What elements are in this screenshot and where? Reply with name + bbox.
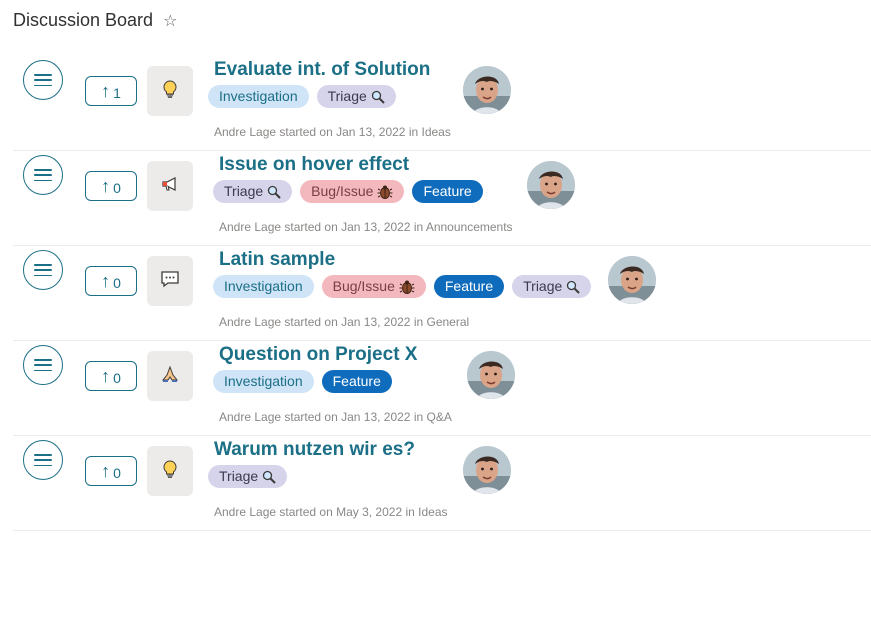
vote-count: 0	[113, 465, 121, 481]
page-header: Discussion Board ☆	[13, 10, 177, 31]
lightbulb-icon	[161, 459, 179, 484]
post-meta: Andre Lage started on Jan 13, 2022 in Id…	[214, 125, 451, 139]
tag-label: Triage	[224, 183, 264, 199]
tag-label: Triage	[327, 88, 367, 104]
vote-count: 0	[113, 275, 121, 291]
tag-label: Feature	[332, 373, 381, 389]
hamburger-icon	[34, 169, 52, 181]
post-meta: Andre Lage started on Jan 13, 2022 in Q&…	[219, 410, 452, 424]
tag-label: Triage	[219, 468, 259, 484]
tag-label: Triage	[523, 278, 563, 294]
tag-feature[interactable]: Feature	[433, 275, 505, 298]
vote-count: 1	[113, 85, 121, 101]
post-title-link[interactable]: Latin sample	[219, 249, 591, 271]
magnifier-icon	[566, 280, 581, 294]
arrow-up-icon: ↑	[101, 461, 111, 481]
discussion-row: ↑ 0 Question on Project X Investigation F…	[13, 341, 871, 436]
hamburger-icon	[34, 454, 52, 466]
author-avatar[interactable]	[608, 256, 656, 304]
tag-investigation[interactable]: Investigation	[213, 275, 314, 298]
category-tile	[147, 351, 193, 401]
tag-label: Bug/Issue	[311, 183, 374, 199]
arrow-up-icon: ↑	[101, 366, 111, 386]
tag-list: Investigation Bug/Issue Feature Triage	[213, 275, 592, 298]
lightbulb-icon	[161, 79, 179, 104]
post-content: Issue on hover effect Triage Bug/Issue Fea…	[213, 154, 483, 203]
tag-triage[interactable]: Triage	[316, 85, 396, 108]
vote-count: 0	[113, 370, 121, 386]
row-menu-button[interactable]	[23, 155, 63, 195]
hamburger-icon	[34, 359, 52, 371]
upvote-button[interactable]: ↑ 0	[85, 266, 137, 296]
arrow-up-icon: ↑	[101, 271, 111, 291]
tag-list: Investigation Feature	[213, 370, 417, 393]
magnifier-icon	[262, 470, 276, 484]
category-tile	[147, 446, 193, 496]
tag-list: Triage Bug/Issue Feature	[213, 180, 483, 203]
author-avatar[interactable]	[463, 446, 511, 494]
arrow-up-icon: ↑	[101, 176, 111, 196]
category-tile	[147, 256, 193, 306]
chat-bubble-icon	[160, 270, 180, 293]
bug-icon	[377, 184, 393, 200]
magnifier-icon	[267, 185, 281, 199]
tag-triage[interactable]: Triage	[512, 275, 592, 298]
hamburger-icon	[34, 264, 52, 276]
tag-triage[interactable]: Triage	[208, 465, 288, 488]
tag-investigation[interactable]: Investigation	[208, 85, 309, 108]
tag-bug-issue[interactable]: Bug/Issue	[300, 180, 405, 203]
row-menu-button[interactable]	[23, 345, 63, 385]
tag-list: Triage	[208, 465, 415, 488]
tag-label: Investigation	[224, 278, 303, 294]
discussion-row: ↑ 0 Latin sample Investigation Bug/Issue F…	[13, 246, 871, 341]
post-content: Latin sample Investigation Bug/Issue Featu…	[213, 249, 592, 298]
tag-label: Investigation	[224, 373, 303, 389]
upvote-button[interactable]: ↑ 0	[85, 171, 137, 201]
author-avatar[interactable]	[527, 161, 575, 209]
post-title-link[interactable]: Warum nutzen wir es?	[214, 439, 415, 461]
tag-label: Feature	[423, 183, 472, 199]
discussion-row: ↑ 1 Evaluate int. of Solution Investigat…	[13, 56, 871, 151]
discussion-row: ↑ 0 Issue on hover effect Triage Bug/Issu…	[13, 151, 871, 246]
category-tile	[147, 66, 193, 116]
author-avatar[interactable]	[467, 351, 515, 399]
tag-feature[interactable]: Feature	[321, 370, 392, 393]
upvote-button[interactable]: ↑ 0	[85, 361, 137, 391]
post-content: Question on Project X Investigation Featu…	[213, 344, 417, 393]
row-menu-button[interactable]	[23, 250, 63, 290]
megaphone-icon	[160, 175, 180, 198]
post-content: Warum nutzen wir es? Triage	[208, 439, 415, 488]
post-meta: Andre Lage started on Jan 13, 2022 in An…	[219, 220, 513, 234]
tag-bug-issue[interactable]: Bug/Issue	[321, 275, 426, 298]
magnifier-icon	[371, 90, 385, 104]
praying-hands-icon	[160, 364, 180, 389]
tag-label: Feature	[444, 278, 494, 294]
post-content: Evaluate int. of Solution Investigation T…	[208, 59, 430, 108]
post-title-link[interactable]: Question on Project X	[219, 344, 417, 366]
discussion-list: ↑ 1 Evaluate int. of Solution Investigat…	[13, 56, 871, 531]
post-meta: Andre Lage started on Jan 13, 2022 in Ge…	[219, 315, 470, 329]
author-avatar[interactable]	[463, 66, 511, 114]
upvote-button[interactable]: ↑ 0	[85, 456, 137, 486]
upvote-button[interactable]: ↑ 1	[85, 76, 137, 106]
tag-list: Investigation Triage	[208, 85, 430, 108]
discussion-row: ↑ 0 Warum nutzen wir es? Triage Andre La…	[13, 436, 871, 531]
row-menu-button[interactable]	[23, 440, 63, 480]
vote-count: 0	[113, 180, 121, 196]
category-tile	[147, 161, 193, 211]
favorite-star-icon[interactable]: ☆	[163, 11, 177, 31]
hamburger-icon	[34, 74, 52, 86]
row-menu-button[interactable]	[23, 60, 63, 100]
tag-label: Bug/Issue	[332, 278, 395, 294]
page-title: Discussion Board	[13, 10, 154, 30]
tag-feature[interactable]: Feature	[412, 180, 483, 203]
tag-investigation[interactable]: Investigation	[213, 370, 314, 393]
post-meta: Andre Lage started on May 3, 2022 in Ide…	[214, 505, 448, 519]
post-title-link[interactable]: Evaluate int. of Solution	[214, 59, 430, 81]
post-title-link[interactable]: Issue on hover effect	[219, 154, 483, 176]
tag-triage[interactable]: Triage	[213, 180, 293, 203]
bug-icon	[399, 279, 415, 295]
tag-label: Investigation	[219, 88, 298, 104]
arrow-up-icon: ↑	[101, 81, 111, 101]
